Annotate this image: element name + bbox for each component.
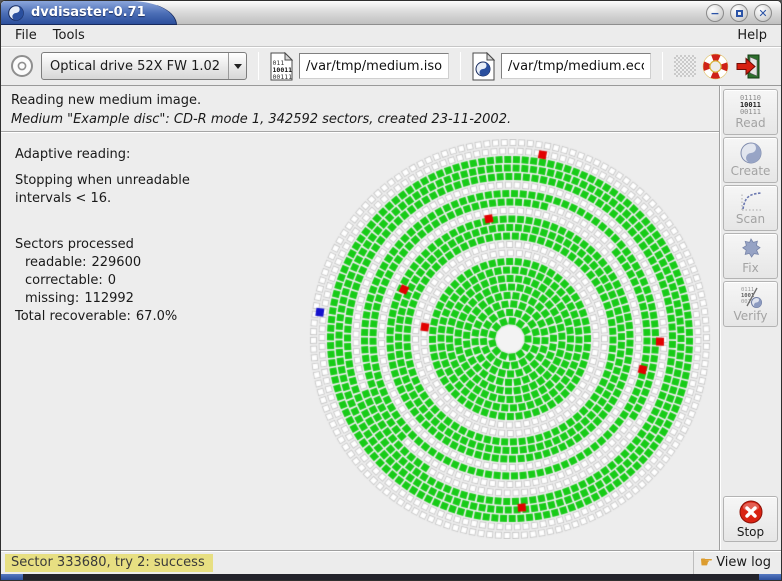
maximize-icon <box>735 9 743 17</box>
hand-pointer-icon: ☛ <box>699 553 714 571</box>
stopping-rule-line2: intervals < 16. <box>15 191 112 206</box>
preferences-icon[interactable] <box>674 55 696 77</box>
minimize-button[interactable]: − <box>706 4 724 22</box>
scan-icon <box>739 190 763 212</box>
help-lifebuoy-icon[interactable] <box>702 53 729 80</box>
image-file-icon: 011 10011 00111 <box>270 51 293 81</box>
toolbar-separator <box>460 52 461 80</box>
view-log-button[interactable]: ☛ View log <box>692 551 777 574</box>
minimize-icon: − <box>710 6 720 20</box>
main-area: Reading new medium image. Medium "Exampl… <box>1 86 719 550</box>
statusbar: Sector 333680, try 2: success ☛ View log <box>1 550 781 574</box>
total-recoverable: Total recoverable: 67.0% <box>15 309 178 324</box>
maximize-button[interactable] <box>730 4 748 22</box>
read-button[interactable]: 01110 10011 00111 Read <box>723 89 778 135</box>
fix-button[interactable]: Fix <box>723 233 778 279</box>
quit-icon[interactable] <box>735 53 762 80</box>
scan-button[interactable]: Scan <box>723 185 778 231</box>
menubar: File Tools Help <box>1 25 781 47</box>
sidebar: 01110 10011 00111 Read Create Scan Fix 0… <box>719 86 781 550</box>
correctable-count: correctable: 0 <box>25 273 117 288</box>
image-file-input[interactable] <box>299 53 449 79</box>
readable-count: readable: 229600 <box>25 255 142 270</box>
action-title: Reading new medium image. <box>11 93 202 108</box>
drive-selector[interactable]: Optical drive 52X FW 1.02 <box>41 52 247 80</box>
menu-tools[interactable]: Tools <box>45 26 93 45</box>
close-button[interactable]: ✕ <box>754 4 772 22</box>
verify-icon: 0111 1001 0011 <box>739 285 763 309</box>
titlebar: dvdisaster-0.71 − ✕ <box>1 1 781 25</box>
view-log-label: View log <box>716 555 771 570</box>
mode-label: Adaptive reading: <box>15 147 131 162</box>
svg-text:00111: 00111 <box>273 73 293 81</box>
medium-info: Medium "Example disc": CD-R mode 1, 3425… <box>11 112 512 127</box>
resize-grip-left[interactable] <box>1 574 23 580</box>
stop-icon <box>738 499 764 525</box>
sector-spiral-map <box>300 139 719 539</box>
ecc-file-input[interactable] <box>501 53 651 79</box>
status-message: Sector 333680, try 2: success <box>5 553 213 572</box>
close-icon: ✕ <box>758 6 768 20</box>
drive-icon <box>9 53 35 79</box>
toolbar-separator <box>258 52 259 80</box>
app-logo-icon <box>8 4 24 21</box>
fix-icon <box>739 237 763 261</box>
ecc-file-icon <box>472 51 495 81</box>
menu-file[interactable]: File <box>7 26 45 45</box>
action-header: Reading new medium image. Medium "Exampl… <box>1 86 719 132</box>
window-title: dvdisaster-0.71 <box>31 5 146 20</box>
sectors-processed-title: Sectors processed <box>15 237 134 252</box>
drive-selector-value: Optical drive 52X FW 1.02 <box>50 58 221 74</box>
stop-button[interactable]: Stop <box>723 496 778 542</box>
create-button[interactable]: Create <box>723 137 778 183</box>
read-icon: 01110 10011 00111 <box>739 93 762 116</box>
resize-grip-right[interactable] <box>759 574 781 580</box>
verify-button[interactable]: 0111 1001 0011 Verify <box>723 281 778 327</box>
toolbar-separator <box>662 52 663 80</box>
toolbar: Optical drive 52X FW 1.02 011 10011 0011… <box>1 47 781 86</box>
app-window: dvdisaster-0.71 − ✕ File Tools Help Opti… <box>0 0 782 581</box>
menu-help[interactable]: Help <box>729 26 775 45</box>
reading-stats: Adaptive reading: Stopping when unreadab… <box>15 146 190 326</box>
titlebar-tab[interactable]: dvdisaster-0.71 <box>1 1 177 25</box>
create-icon <box>740 142 762 164</box>
chevron-down-icon[interactable] <box>228 53 246 79</box>
window-bottom-frame <box>1 574 781 580</box>
stopping-rule-line1: Stopping when unreadable <box>15 173 190 188</box>
missing-count: missing: 112992 <box>25 291 134 306</box>
